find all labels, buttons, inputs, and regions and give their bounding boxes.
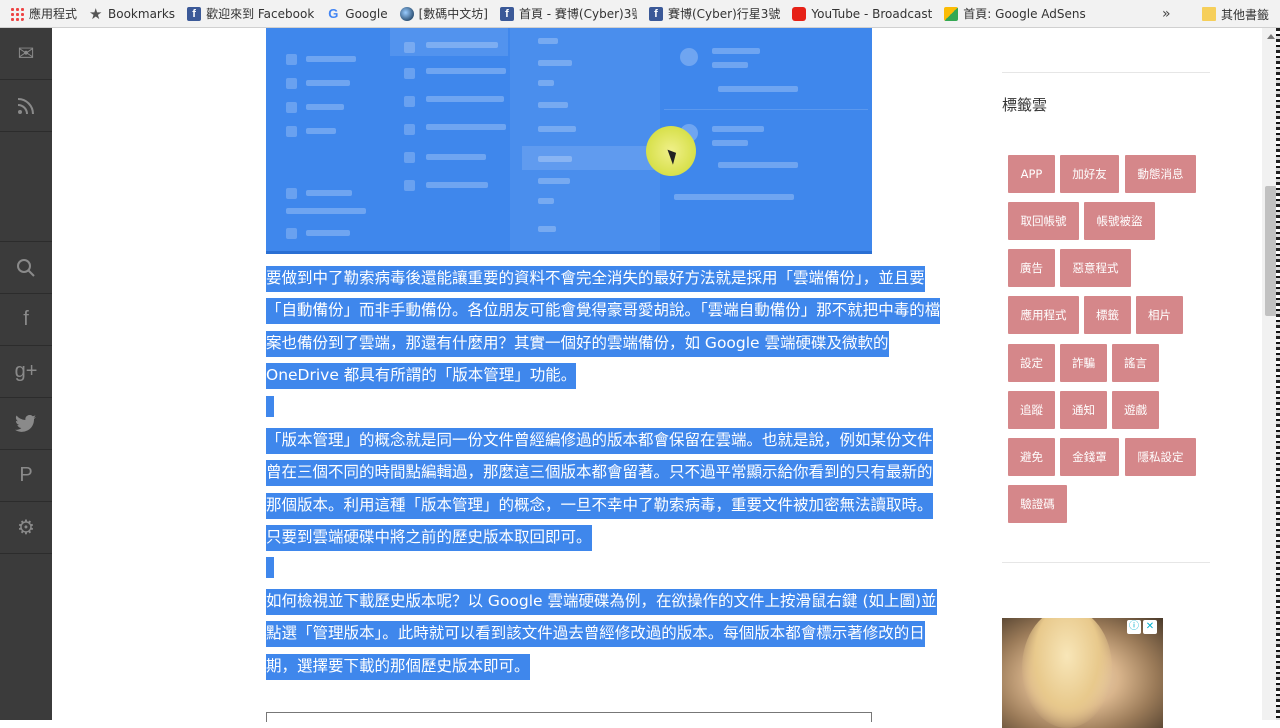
apps-icon bbox=[10, 6, 24, 21]
tag-link[interactable]: 遊戲 bbox=[1112, 391, 1159, 429]
tag-link[interactable]: 通知 bbox=[1060, 391, 1107, 429]
bookmark-digital-chinese[interactable]: [數碼中文坊] bbox=[394, 0, 494, 27]
ad-photo bbox=[1022, 618, 1112, 728]
search-icon[interactable] bbox=[0, 242, 52, 294]
bookmark-bookmarks[interactable]: ★ Bookmarks bbox=[83, 0, 181, 27]
folder-icon bbox=[1202, 7, 1216, 21]
adsense-icon bbox=[944, 6, 959, 21]
tag-link[interactable]: 隱私設定 bbox=[1125, 438, 1196, 476]
next-screenshot-top-edge bbox=[266, 712, 872, 722]
tag-link[interactable]: 廣告 bbox=[1008, 249, 1055, 287]
bookmark-adsense[interactable]: 首頁: Google AdSens bbox=[938, 0, 1091, 27]
tag-link[interactable]: 應用程式 bbox=[1008, 296, 1079, 334]
tag-link[interactable]: 加好友 bbox=[1060, 155, 1119, 193]
tag-link[interactable]: 謠言 bbox=[1112, 344, 1159, 382]
bookmark-google[interactable]: G Google bbox=[320, 0, 393, 27]
scroll-up-arrow-icon[interactable] bbox=[1267, 34, 1275, 39]
paragraph-cloud-backup: 要做到中了勒索病毒後還能讓重要的資料不會完全消失的最好方法就是採用「雲端備份」，… bbox=[266, 262, 946, 391]
paragraph-version-management: 「版本管理」的概念就是同一份文件曾經編修過的版本都會保留在雲端。也就是說，例如某… bbox=[266, 424, 946, 553]
bookmark-other-folder[interactable]: 其他書籤 bbox=[1196, 0, 1275, 27]
ad-choices-badge[interactable]: ⓘ ✕ bbox=[1127, 620, 1157, 634]
facebook-icon: f bbox=[499, 6, 514, 21]
bookmark-cyber-planet[interactable]: f 賽博(Cyber)行星3號 bbox=[643, 0, 786, 27]
bookmark-cyber3-home[interactable]: f 首頁 - 賽博(Cyber)3號 bbox=[494, 0, 643, 27]
bookmarks-bar: 應用程式 ★ Bookmarks f 歡迎來到 Facebook G Googl… bbox=[0, 0, 1280, 28]
screen-edge-artifact bbox=[1276, 28, 1280, 720]
tag-link[interactable]: 標籤 bbox=[1084, 296, 1131, 334]
tag-link[interactable]: 詐騙 bbox=[1060, 344, 1107, 382]
google-icon: G bbox=[328, 5, 339, 21]
sidebar-spacer bbox=[0, 132, 52, 242]
bookmarks-overflow-button[interactable]: » bbox=[1162, 0, 1171, 27]
rss-icon[interactable] bbox=[0, 80, 52, 132]
settings-icon[interactable]: ⚙ bbox=[0, 502, 52, 554]
globe-icon bbox=[399, 6, 414, 21]
facebook-icon: f bbox=[648, 6, 663, 21]
tag-link[interactable]: 追蹤 bbox=[1008, 391, 1055, 429]
tag-link[interactable]: 帳號被盜 bbox=[1084, 202, 1155, 240]
mail-icon[interactable]: ✉ bbox=[0, 28, 52, 80]
divider bbox=[1002, 562, 1210, 563]
selected-empty-line bbox=[266, 557, 274, 578]
tag-link[interactable]: APP bbox=[1008, 155, 1055, 193]
divider bbox=[1002, 72, 1210, 73]
screenshot-google-drive-menu-selected bbox=[266, 28, 872, 254]
tag-link[interactable]: 驗證碼 bbox=[1008, 485, 1067, 523]
tag-link[interactable]: 相片 bbox=[1136, 296, 1183, 334]
bookmark-youtube[interactable]: YouTube - Broadcast bbox=[786, 0, 938, 27]
share-sidebar: ✉ f g+ P ⚙ bbox=[0, 28, 52, 720]
tag-link[interactable]: 設定 bbox=[1008, 344, 1055, 382]
facebook-icon[interactable]: f bbox=[0, 294, 52, 346]
advertisement-image[interactable]: ⓘ ✕ bbox=[1002, 618, 1163, 728]
google-plus-icon[interactable]: g+ bbox=[0, 346, 52, 398]
tag-link[interactable]: 金錢罩 bbox=[1060, 438, 1119, 476]
bookmark-apps[interactable]: 應用程式 bbox=[0, 0, 83, 27]
tag-link[interactable]: 避免 bbox=[1008, 438, 1055, 476]
paragraph-download-history: 如何檢視並下載歷史版本呢？以 Google 雲端硬碟為例，在欲操作的文件上按滑鼠… bbox=[266, 585, 946, 682]
bookmark-facebook-welcome[interactable]: f 歡迎來到 Facebook bbox=[181, 0, 320, 27]
pinterest-icon[interactable]: P bbox=[0, 450, 52, 502]
tag-link[interactable]: 動態消息 bbox=[1125, 155, 1196, 193]
ad-close-icon[interactable]: ✕ bbox=[1143, 620, 1157, 634]
selected-empty-line bbox=[266, 396, 274, 417]
tag-cloud-title: 標籤雲 bbox=[1002, 96, 1048, 114]
star-icon: ★ bbox=[89, 4, 103, 23]
tag-link[interactable]: 惡意程式 bbox=[1060, 249, 1131, 287]
facebook-icon: f bbox=[187, 6, 202, 21]
tag-link[interactable]: 取回帳號 bbox=[1008, 202, 1079, 240]
twitter-icon[interactable] bbox=[0, 398, 52, 450]
youtube-icon bbox=[792, 6, 807, 21]
ad-info-icon[interactable]: ⓘ bbox=[1127, 620, 1141, 634]
